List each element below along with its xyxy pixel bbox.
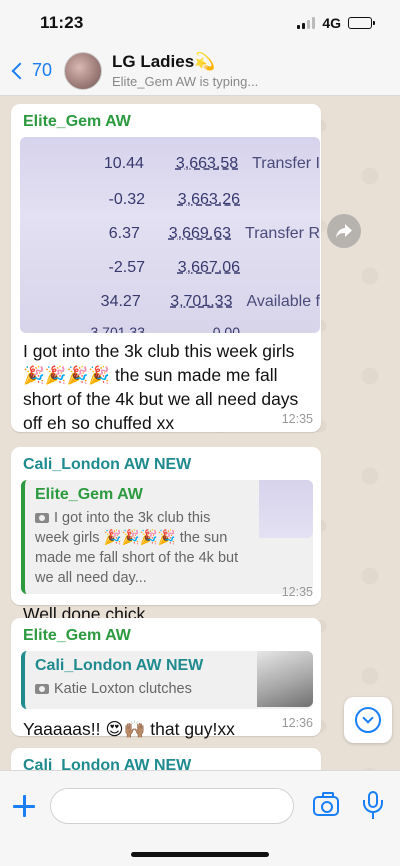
microphone-icon[interactable] (362, 791, 384, 821)
plus-icon[interactable] (12, 794, 36, 818)
message-bubble[interactable]: Elite_Gem AW Cali_London AW NEW Katie Lo… (11, 618, 321, 739)
message-bubble[interactable]: Cali_London AW NEW Elite_Gem AW I got in… (11, 447, 321, 624)
group-name: LG Ladies💫 (112, 52, 216, 71)
message-text: I got into the 3k club this week girls 🎉… (23, 341, 299, 433)
signal-icon (297, 17, 316, 29)
photo-row: -0.32 3,663.26 (108, 191, 240, 208)
status-indicators: 4G (297, 15, 375, 31)
forward-button[interactable] (327, 214, 361, 248)
message-time: 12:35 (281, 412, 313, 426)
scroll-to-bottom-button[interactable] (344, 697, 392, 743)
photo-row: -2.57 3,667.06 (108, 259, 240, 276)
typing-indicator: Elite_Gem AW is typing... (112, 74, 259, 89)
message-bubble[interactable]: Cali_London AW NEW (11, 748, 321, 770)
message-sender: Cali_London AW NEW (23, 757, 192, 770)
quoted-message[interactable]: Cali_London AW NEW Katie Loxton clutches (21, 651, 313, 709)
message-text: Yaaaaas!! 😍🙌🏽 that guy!xx (23, 719, 235, 739)
message-input[interactable] (50, 788, 294, 824)
status-bar: 11:23 4G (0, 0, 400, 46)
message-photo[interactable]: 10.44 3,663.58 Transfer I -0.32 3,663.26… (20, 137, 320, 333)
chat-header: 70 LG Ladies💫 Elite_Gem AW is typing... (0, 46, 400, 96)
network-type: 4G (322, 15, 341, 31)
input-bar (0, 770, 400, 866)
back-button[interactable]: 70 (0, 60, 64, 81)
quoted-photo-thumbnail (257, 651, 313, 707)
battery-icon (348, 17, 375, 29)
photo-row: 34.27 3,701.33 Available f (100, 293, 320, 310)
camera-icon[interactable] (313, 792, 339, 816)
message-bubble[interactable]: Elite_Gem AW 10.44 3,663.58 Transfer I -… (11, 104, 321, 433)
photo-row: 3,701.33 0.00 (90, 324, 241, 333)
chevron-down-icon (355, 707, 381, 733)
group-avatar[interactable] (64, 51, 102, 90)
chevron-left-icon (11, 62, 29, 79)
message-time: 12:36 (281, 716, 313, 730)
message-sender: Elite_Gem AW (23, 627, 131, 644)
camera-icon (35, 684, 49, 694)
unread-count: 70 (32, 60, 53, 80)
chat-area[interactable]: Elite_Gem AW 10.44 3,663.58 Transfer I -… (0, 96, 400, 770)
message-time: 12:35 (281, 585, 313, 599)
message-sender: Elite_Gem AW (23, 113, 131, 130)
forward-arrow-icon (336, 224, 352, 238)
quoted-photo-thumbnail (259, 480, 313, 538)
message-sender: Cali_London AW NEW (23, 456, 192, 473)
photo-row: 10.44 3,663.58 Transfer I (103, 155, 320, 172)
photo-row: 6.37 3,669.63 Transfer R (108, 225, 320, 242)
home-indicator (131, 852, 269, 857)
status-time: 11:23 (40, 13, 84, 32)
quoted-message[interactable]: Elite_Gem AW I got into the 3k club this… (21, 480, 313, 594)
camera-icon (35, 513, 49, 523)
group-info[interactable]: LG Ladies💫 Elite_Gem AW is typing... (112, 52, 258, 89)
